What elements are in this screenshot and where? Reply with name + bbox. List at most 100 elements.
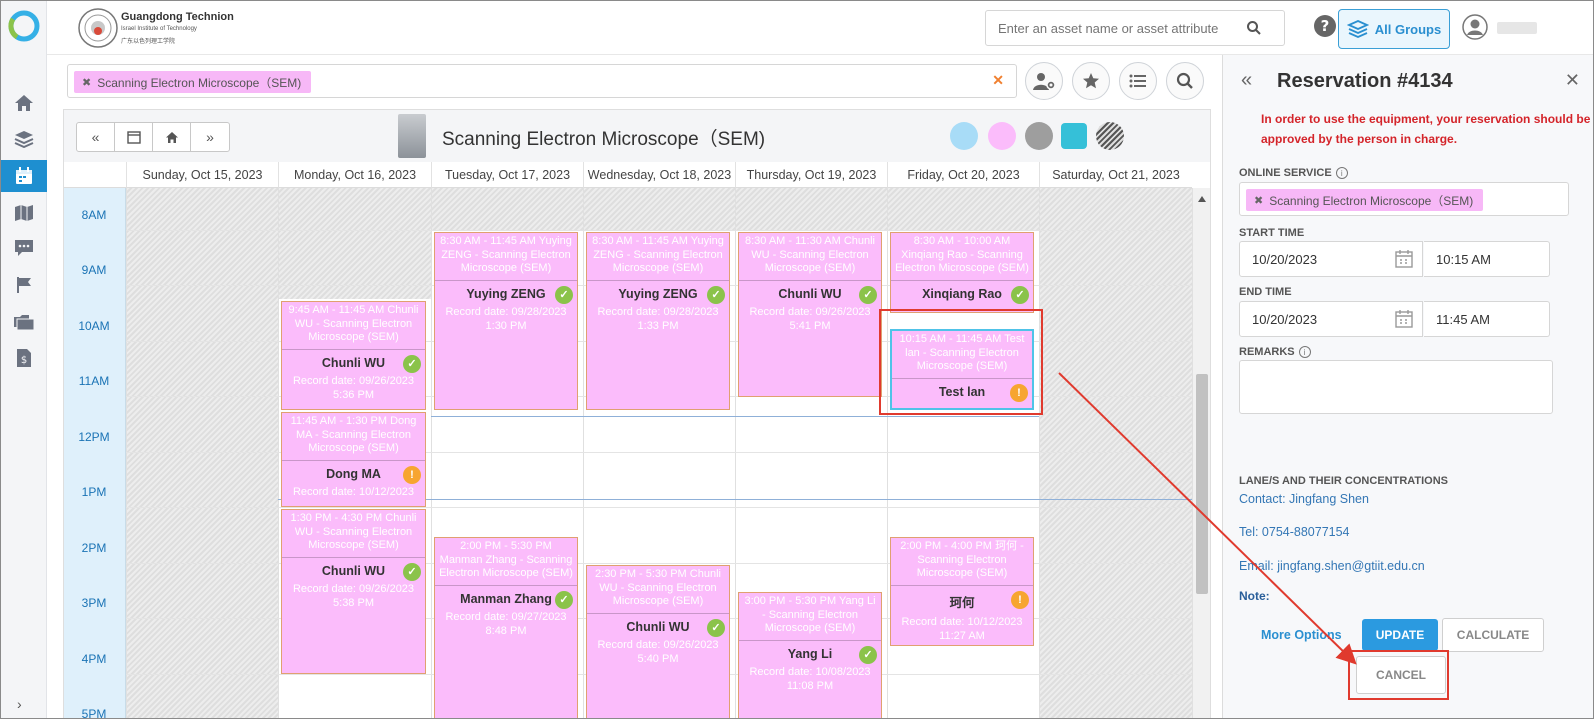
calendar-icon (126, 131, 141, 144)
remove-service-icon[interactable]: ✖ (1254, 194, 1263, 207)
reservation-panel: « Reservation #4134 ✕ In order to use th… (1222, 55, 1593, 718)
legend-booked[interactable] (988, 122, 1016, 150)
remove-chip-icon[interactable]: ✖ (82, 76, 91, 89)
nav-folder-icon[interactable] (1, 306, 47, 338)
corner-header (64, 162, 126, 188)
blocked-slot (279, 188, 431, 299)
date-picker-button[interactable] (115, 123, 153, 151)
legend-unavailable[interactable] (1025, 122, 1053, 150)
list-view-button[interactable] (1119, 62, 1157, 100)
update-button[interactable]: UPDATE (1362, 619, 1438, 651)
scroll-thumb[interactable] (1196, 374, 1208, 594)
day-header[interactable]: Saturday, Oct 21, 2023 (1039, 162, 1192, 188)
lanes-label: LANE/S AND THEIR CONCENTRATIONS (1239, 475, 1448, 487)
day-column[interactable] (126, 188, 278, 718)
note-label: Note: (1239, 589, 1270, 603)
day-header[interactable]: Wednesday, Oct 18, 2023 (583, 162, 735, 188)
reservation-event[interactable]: 2:00 PM - 4:00 PM 珂何 - Scanning Electron… (890, 537, 1034, 646)
org-seal-logo[interactable] (77, 7, 119, 49)
time-label: 3PM (81, 596, 107, 610)
highlight-cancel-button (1348, 650, 1449, 700)
svg-text:$: $ (21, 355, 27, 366)
scroll-up-arrow-icon[interactable] (1198, 196, 1206, 202)
online-service-select[interactable]: ✖ Scanning Electron Microscope（SEM) (1239, 182, 1569, 216)
online-service-label-row: ONLINE SERVICE i (1239, 167, 1348, 179)
day-header[interactable]: Friday, Oct 20, 2023 (887, 162, 1039, 188)
reservation-event[interactable]: 8:30 AM - 11:30 AM Chunli WU - Scanning … (738, 232, 882, 397)
reservation-event[interactable]: 1:30 PM - 4:30 PM Chunli WU - Scanning E… (281, 509, 426, 674)
user-settings-button[interactable] (1025, 62, 1063, 100)
end-time-input[interactable]: 11:45 AM (1424, 301, 1550, 337)
event-record-date: Record date: 09/28/2023 1:33 PM (597, 305, 719, 332)
event-user-name-text: Manman Zhang (460, 591, 552, 606)
asset-search-input[interactable] (986, 11, 1236, 45)
calendar-nav-group: « » (76, 122, 230, 152)
service-chip[interactable]: ✖ Scanning Electron Microscope（SEM) (1246, 189, 1484, 211)
help-icon[interactable]: ? (1313, 14, 1337, 38)
event-user-name-text: Yuying ZENG (466, 286, 546, 301)
nav-calendar-icon[interactable] (1, 160, 47, 192)
calendar-scrollbar[interactable] (1192, 188, 1210, 718)
day-column[interactable] (1039, 188, 1192, 718)
event-record-date: Record date: 09/28/2023 1:30 PM (445, 305, 567, 332)
search-icon[interactable] (1246, 20, 1262, 36)
email-text: Email: jingfang.shen@gtiit.edu.cn (1239, 559, 1425, 573)
info-icon[interactable]: i (1298, 346, 1311, 358)
day-header[interactable]: Thursday, Oct 19, 2023 (735, 162, 887, 188)
remarks-textarea[interactable] (1239, 360, 1553, 414)
search-button[interactable] (1166, 62, 1204, 100)
resource-title: Scanning Electron Microscope（SEM) (442, 129, 766, 150)
username-redacted[interactable] (1497, 22, 1537, 34)
nav-home-icon[interactable] (1, 87, 47, 119)
reservation-event[interactable]: 8:30 AM - 11:45 AM Yuying ZENG - Scannin… (586, 232, 730, 410)
collapse-panel-icon[interactable]: « (1241, 69, 1252, 92)
reservation-event[interactable]: 2:00 PM - 5:30 PM Manman Zhang - Scannin… (434, 537, 578, 718)
legend-calendar[interactable] (1061, 123, 1087, 149)
legend-closed[interactable] (1096, 122, 1124, 150)
reservation-event[interactable]: 2:30 PM - 5:30 PM Chunli WU - Scanning E… (586, 565, 730, 718)
more-options-link[interactable]: More Options (1261, 628, 1342, 642)
info-icon[interactable]: i (1335, 167, 1348, 179)
next-week-button[interactable]: » (191, 123, 229, 151)
highlight-selected-event (879, 309, 1043, 415)
reservation-event[interactable]: 8:30 AM - 10:00 AM Xinqiang Rao - Scanni… (890, 232, 1034, 313)
app-logo[interactable] (7, 9, 41, 43)
calendar-icon[interactable] (1394, 309, 1414, 329)
clear-filter-icon[interactable]: ✕ (992, 72, 1004, 89)
prev-week-button[interactable]: « (77, 123, 115, 151)
nav-chat-icon[interactable] (1, 232, 47, 264)
reservation-event[interactable]: 9:45 AM - 11:45 AM Chunli WU - Scanning … (281, 301, 426, 410)
today-button[interactable] (153, 123, 191, 151)
event-header: 3:00 PM - 5:30 PM Yang Li - Scanning Ele… (739, 593, 881, 641)
nav-layers-icon[interactable] (1, 123, 47, 155)
day-header[interactable]: Monday, Oct 16, 2023 (278, 162, 431, 188)
reservation-event[interactable]: 3:00 PM - 5:30 PM Yang Li - Scanning Ele… (738, 592, 882, 718)
reservation-event[interactable]: 8:30 AM - 11:45 AM Yuying ZENG - Scannin… (434, 232, 578, 410)
all-groups-button[interactable]: All Groups (1338, 9, 1450, 49)
user-avatar-icon[interactable] (1462, 14, 1488, 40)
calendar-icon[interactable] (1394, 249, 1414, 269)
day-header[interactable]: Tuesday, Oct 17, 2023 (431, 162, 583, 188)
time-label: 2PM (81, 541, 107, 555)
favorites-button[interactable] (1072, 62, 1110, 100)
close-icon[interactable]: ✕ (1565, 70, 1580, 91)
calculate-button[interactable]: CALCULATE (1442, 618, 1544, 652)
start-date-input[interactable]: 10/20/2023 (1239, 241, 1423, 277)
day-header[interactable]: Sunday, Oct 15, 2023 (126, 162, 278, 188)
event-record-date: Record date: 09/26/2023 5:38 PM (292, 582, 415, 609)
event-header: 1:30 PM - 4:30 PM Chunli WU - Scanning E… (282, 510, 425, 558)
nav-flag-icon[interactable] (1, 269, 47, 301)
nav-invoice-icon[interactable]: $ (1, 342, 47, 374)
nav-map-icon[interactable] (1, 197, 47, 229)
expand-rail-chevron-icon[interactable]: › (17, 696, 22, 712)
asset-filter-bar[interactable]: ✖ Scanning Electron Microscope（SEM) ✕ (67, 64, 1017, 98)
reservation-event[interactable]: 11:45 AM - 1:30 PM Dong MA - Scanning El… (281, 412, 426, 507)
legend-available[interactable] (950, 122, 978, 150)
event-user-name-text: 珂何 (949, 595, 975, 610)
filter-chip[interactable]: ✖ Scanning Electron Microscope（SEM) (74, 71, 312, 93)
time-indicator-line (431, 416, 1039, 417)
event-user-name-text: Xinqiang Rao (922, 286, 1002, 301)
event-header: 8:30 AM - 11:45 AM Yuying ZENG - Scannin… (435, 233, 577, 281)
end-date-input[interactable]: 10/20/2023 (1239, 301, 1423, 337)
start-time-input[interactable]: 10:15 AM (1424, 241, 1550, 277)
